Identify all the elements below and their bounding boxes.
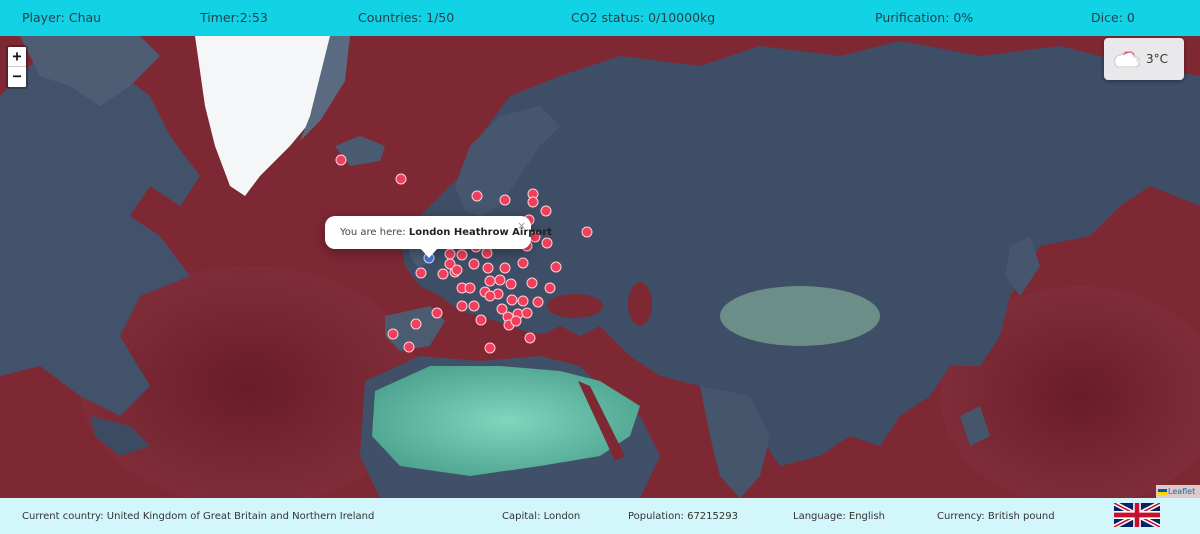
airport-marker[interactable] (456, 300, 468, 312)
timer: Timer:2:53 (200, 10, 268, 25)
airport-marker[interactable] (482, 262, 494, 274)
airport-marker[interactable] (494, 274, 506, 286)
airport-marker[interactable] (335, 154, 347, 166)
airport-marker[interactable] (521, 307, 533, 319)
location-popup: You are here: London Heathrow Airport × (325, 216, 552, 258)
markers-layer (335, 154, 593, 354)
airport-marker[interactable] (544, 282, 556, 294)
airport-marker[interactable] (471, 190, 483, 202)
airport-marker[interactable] (540, 205, 552, 217)
country-info-bar: Current country: United Kingdom of Great… (0, 498, 1200, 534)
uk-flag-icon (1114, 503, 1160, 527)
airport-marker[interactable] (550, 261, 562, 273)
airport-marker[interactable] (475, 314, 487, 326)
airport-marker[interactable] (484, 275, 496, 287)
airport-marker[interactable] (403, 341, 415, 353)
map-attribution: Leaflet (1156, 485, 1200, 498)
status-bar: Player: Chau Timer:2:53 Countries: 1/50 … (0, 0, 1200, 36)
zoom-out-button[interactable]: − (8, 67, 26, 87)
airport-marker[interactable] (451, 264, 463, 276)
co2-status: CO2 status: 0/10000kg (571, 10, 716, 25)
airport-marker[interactable] (499, 262, 511, 274)
airport-marker[interactable] (505, 278, 517, 290)
airport-marker[interactable] (464, 282, 476, 294)
airport-marker[interactable] (541, 237, 553, 249)
airport-marker[interactable] (484, 342, 496, 354)
popup-location: London Heathrow Airport (408, 227, 553, 238)
purification-status: Purification: 0% (875, 10, 974, 25)
popup-close-button[interactable]: × (517, 219, 526, 232)
airport-marker[interactable] (481, 247, 493, 259)
zoom-control: + − (6, 45, 28, 89)
temperature-label: 3°C (1146, 52, 1169, 66)
airport-marker[interactable] (431, 307, 443, 319)
airport-marker[interactable] (581, 226, 593, 238)
airport-marker[interactable] (532, 296, 544, 308)
airport-marker[interactable] (499, 194, 511, 206)
language: Language: English (793, 511, 886, 522)
airport-marker[interactable] (387, 328, 399, 340)
zoom-in-button[interactable]: + (8, 47, 26, 67)
airport-marker[interactable] (517, 257, 529, 269)
airport-marker[interactable] (444, 248, 456, 260)
popup-prefix: You are here: (340, 227, 409, 238)
popup-tip (420, 248, 438, 258)
airport-marker[interactable] (468, 258, 480, 270)
countries-count: Countries: 1/50 (358, 10, 455, 25)
airport-marker[interactable] (468, 300, 480, 312)
world-map[interactable]: + − 3°C You are here: London Heathrow Ai… (0, 36, 1200, 498)
airport-marker[interactable] (484, 290, 496, 302)
weather-badge: 3°C (1104, 38, 1184, 80)
leaflet-link[interactable]: Leaflet (1168, 487, 1195, 496)
ukraine-flag-icon (1158, 488, 1167, 495)
airport-marker[interactable] (510, 315, 522, 327)
airport-marker[interactable] (437, 268, 449, 280)
cloud-icon (1114, 50, 1140, 68)
airport-marker[interactable] (524, 332, 536, 344)
capital: Capital: London (502, 511, 581, 522)
airport-marker[interactable] (415, 267, 427, 279)
airport-marker[interactable] (395, 173, 407, 185)
airport-marker[interactable] (506, 294, 518, 306)
airport-marker[interactable] (456, 249, 468, 261)
currency: Currency: British pound (937, 511, 1055, 522)
current-country: Current country: United Kingdom of Great… (22, 511, 375, 522)
airport-marker[interactable] (410, 318, 422, 330)
airport-marker[interactable] (527, 196, 539, 208)
population: Population: 67215293 (628, 511, 738, 522)
airport-marker[interactable] (517, 295, 529, 307)
airport-marker[interactable] (526, 277, 538, 289)
dice-count: Dice: 0 (1091, 10, 1135, 25)
player-name: Player: Chau (22, 10, 102, 25)
